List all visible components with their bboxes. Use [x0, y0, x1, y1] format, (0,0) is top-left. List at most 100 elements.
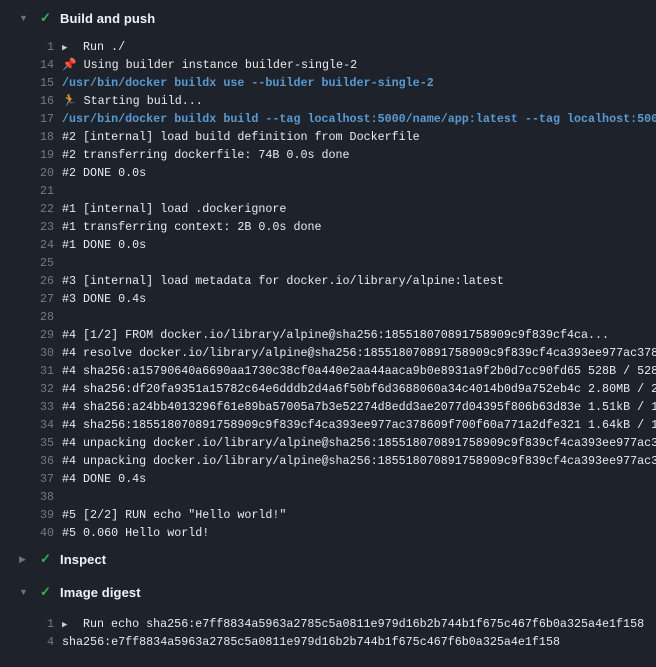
log-text-cell: ▶Run echo sha256:e7ff8834a5963a2785c5a08… [62, 615, 644, 633]
log-text-cell: #4 sha256:df20fa9351a15782c64e6dddb2d4a6… [62, 380, 656, 398]
line-number[interactable]: 20 [0, 164, 54, 182]
log-text: sha256:e7ff8834a5963a2785c5a0811e979d16b… [62, 635, 560, 649]
line-number[interactable]: 34 [0, 416, 54, 434]
log-text: #2 [internal] load build definition from… [62, 130, 420, 144]
line-number[interactable]: 16 [0, 92, 54, 110]
disclosure-triangle-icon[interactable]: ▶ [19, 550, 40, 568]
disclosure-triangle-icon[interactable]: ▼ [19, 583, 40, 601]
log-text: #1 DONE 0.0s [62, 238, 146, 252]
log-text-cell: #5 [2/2] RUN echo "Hello world!" [62, 506, 286, 524]
log-line: 37 #4 DONE 0.4s [0, 470, 656, 488]
log-text: #5 0.060 Hello world! [62, 526, 209, 540]
log-line: 14📌 Using builder instance builder-singl… [0, 56, 656, 74]
log-text-cell: #1 transferring context: 2B 0.0s done [62, 218, 322, 236]
expand-log-group-icon[interactable]: ▶ [62, 616, 83, 634]
expand-log-group-icon[interactable]: ▶ [62, 39, 83, 57]
log-text-cell: #3 [internal] load metadata for docker.i… [62, 272, 504, 290]
line-number[interactable]: 15 [0, 74, 54, 92]
line-number[interactable]: 36 [0, 452, 54, 470]
log-text: #4 sha256:a24bb4013296f61e89ba57005a7b3e… [62, 400, 656, 414]
line-number[interactable]: 32 [0, 380, 54, 398]
line-number[interactable]: 1 [0, 38, 54, 56]
log-text-cell: sha256:e7ff8834a5963a2785c5a0811e979d16b… [62, 633, 560, 651]
log-line: 16 🏃 Starting build... [0, 92, 656, 110]
line-number[interactable]: 28 [0, 308, 54, 326]
log-text-cell: #1 DONE 0.0s [62, 236, 146, 254]
log-text: #4 resolve docker.io/library/alpine@sha2… [62, 346, 656, 360]
log-line: 40 #5 0.060 Hello world! [0, 524, 656, 542]
log-line: 17/usr/bin/docker buildx build --tag loc… [0, 110, 656, 128]
log-text: #4 unpacking docker.io/library/alpine@sh… [62, 436, 656, 450]
line-number[interactable]: 31 [0, 362, 54, 380]
log-text-cell: 🏃 Starting build... [62, 92, 203, 110]
log-line: 20 #2 DONE 0.0s [0, 164, 656, 182]
line-number[interactable]: 26 [0, 272, 54, 290]
line-number[interactable]: 27 [0, 290, 54, 308]
log-text: #5 [2/2] RUN echo "Hello world!" [62, 508, 286, 522]
log-text-cell: #4 sha256:185518070891758909c9f839cf4ca3… [62, 416, 656, 434]
log-text: #1 [internal] load .dockerignore [62, 202, 286, 216]
line-number[interactable]: 37 [0, 470, 54, 488]
line-number[interactable]: 17 [0, 110, 54, 128]
line-number[interactable]: 22 [0, 200, 54, 218]
log-text-cell: #4 sha256:a15790640a6690aa1730c38cf0a440… [62, 362, 656, 380]
disclosure-triangle-icon[interactable]: ▼ [19, 9, 40, 27]
log-text: #3 [internal] load metadata for docker.i… [62, 274, 504, 288]
line-number[interactable]: 29 [0, 326, 54, 344]
log-text-cell: #2 DONE 0.0s [62, 164, 146, 182]
log-text: /usr/bin/docker buildx build --tag local… [62, 112, 656, 126]
log-line: 25 [0, 254, 656, 272]
log-line: 28 [0, 308, 656, 326]
log-text-cell: /usr/bin/docker buildx build --tag local… [62, 110, 656, 128]
log-line: 39 #5 [2/2] RUN echo "Hello world!" [0, 506, 656, 524]
line-number[interactable]: 39 [0, 506, 54, 524]
log-text: #4 sha256:a15790640a6690aa1730c38cf0a440… [62, 364, 656, 378]
log-line: 32 #4 sha256:df20fa9351a15782c64e6dddb2d4… [0, 380, 656, 398]
section-title: Inspect [60, 552, 106, 567]
log-text: 🏃 Starting build... [62, 94, 203, 108]
section-header-inspect[interactable]: ▶✓Inspect [0, 550, 656, 568]
section-inspect: ▶✓Inspect [0, 550, 656, 568]
log-line: 36#4 unpacking docker.io/library/alpine@… [0, 452, 656, 470]
section-image-digest: ▼✓Image digest 1 ▶Run echo sha256:e7ff8834… [0, 583, 656, 651]
log-text: #3 DONE 0.4s [62, 292, 146, 306]
log-text-cell: ▶Run ./ [62, 38, 125, 56]
log-line: 29#4 [1/2] FROM docker.io/library/alpine… [0, 326, 656, 344]
line-number[interactable]: 35 [0, 434, 54, 452]
section-header-image-digest[interactable]: ▼✓Image digest [0, 583, 656, 601]
line-number[interactable]: 1 [0, 615, 54, 633]
log-text: #4 DONE 0.4s [62, 472, 146, 486]
check-icon: ✓ [40, 9, 60, 27]
line-number[interactable]: 40 [0, 524, 54, 542]
section-header-build-and-push[interactable]: ▼✓Build and push [0, 9, 656, 27]
log-line: 38 [0, 488, 656, 506]
section-build-and-push: ▼✓Build and push1▶Run ./14📌 Using builde… [0, 9, 656, 542]
line-number[interactable]: 30 [0, 344, 54, 362]
log-line: 34 #4 sha256:185518070891758909c9f839cf4c… [0, 416, 656, 434]
log-text-cell: #4 resolve docker.io/library/alpine@sha2… [62, 344, 656, 362]
log-line: 26 #3 [internal] load metadata for docker… [0, 272, 656, 290]
section-log-lines: 1 ▶Run echo sha256:e7ff8834a5963a2785c5a0… [0, 615, 656, 651]
line-number[interactable]: 18 [0, 128, 54, 146]
log-line: 15/usr/bin/docker buildx use --builder b… [0, 74, 656, 92]
log-text: #2 transferring dockerfile: 74B 0.0s don… [62, 148, 350, 162]
log-line: 35 #4 unpacking docker.io/library/alpine@… [0, 434, 656, 452]
log-text: Run ./ [83, 40, 125, 54]
line-number[interactable]: 14 [0, 56, 54, 74]
check-icon: ✓ [40, 583, 60, 601]
line-number[interactable]: 38 [0, 488, 54, 506]
log-line: 1 ▶Run echo sha256:e7ff8834a5963a2785c5a0… [0, 615, 656, 633]
line-number[interactable]: 4 [0, 633, 54, 651]
line-number[interactable]: 24 [0, 236, 54, 254]
log-text-cell: #4 unpacking docker.io/library/alpine@sh… [62, 434, 656, 452]
log-text-cell: #2 transferring dockerfile: 74B 0.0s don… [62, 146, 350, 164]
line-number[interactable]: 33 [0, 398, 54, 416]
line-number[interactable]: 19 [0, 146, 54, 164]
line-number[interactable]: 25 [0, 254, 54, 272]
log-text-cell: #1 [internal] load .dockerignore [62, 200, 286, 218]
section-title: Build and push [60, 11, 155, 26]
log-line: 1 ▶Run ./ [0, 38, 656, 56]
line-number[interactable]: 23 [0, 218, 54, 236]
line-number[interactable]: 21 [0, 182, 54, 200]
log-text: #4 sha256:185518070891758909c9f839cf4ca3… [62, 418, 656, 432]
